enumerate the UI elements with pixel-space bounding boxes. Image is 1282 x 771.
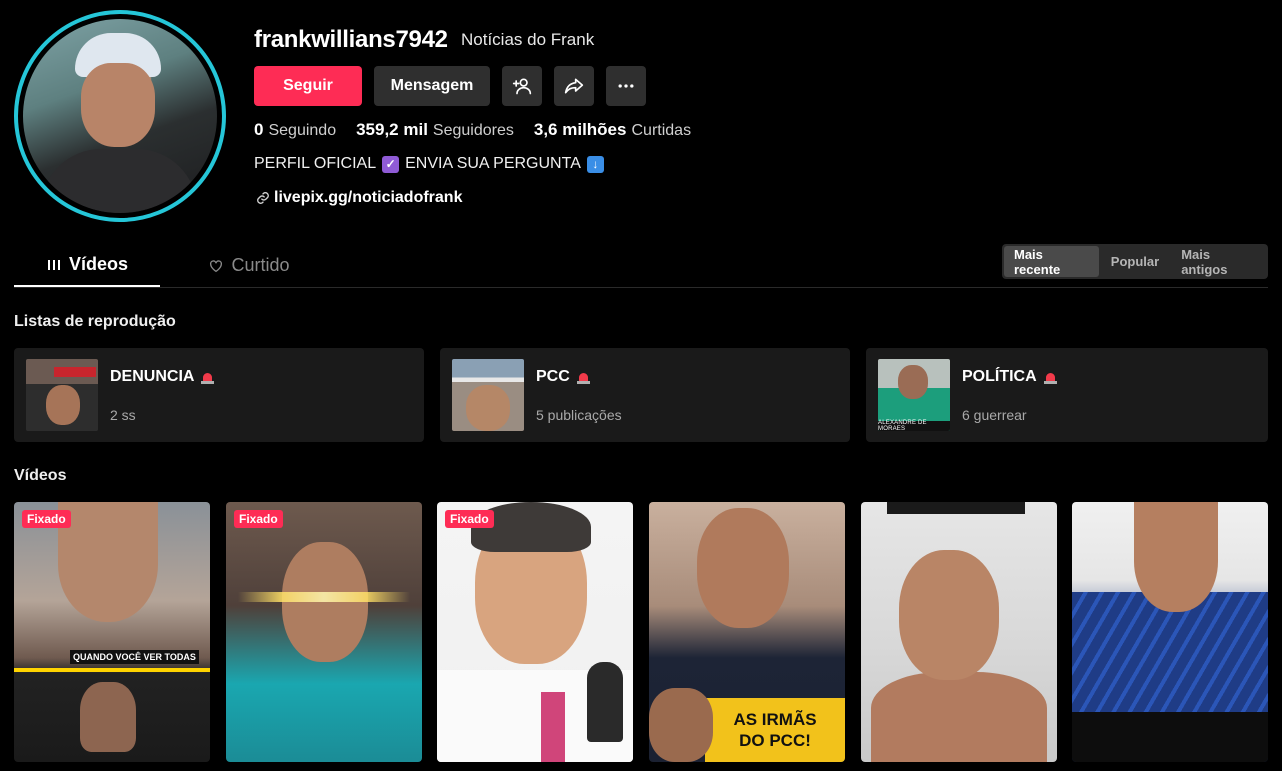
share-button[interactable] [554,66,594,106]
playlist-name: POLÍTICA [962,368,1037,385]
video-card[interactable]: Fixado [226,502,422,762]
video-card[interactable] [861,502,1057,762]
playlist-card[interactable]: PCC 5 publicações [440,348,850,442]
link-icon [257,192,269,204]
bio-link-text: livepix.gg/noticiadofrank [274,189,463,206]
sort-popular[interactable]: Popular [1101,246,1169,277]
likes-stat: 3,6 milhões Curtidas [534,120,691,140]
down-arrow-emoji-icon: ↓ [586,155,604,173]
follow-button[interactable]: Seguir [254,66,362,106]
following-stat[interactable]: 0 Seguindo [254,120,336,140]
playlist-thumbnail [452,359,524,431]
playlist-name: DENUNCIA [110,368,195,385]
video-card[interactable]: QUANDO VOCÊ VER TODAS Fixado [14,502,210,762]
playlist-count: 5 publicações [536,407,622,423]
video-banner: AS IRMÃS DO PCC! [705,698,845,762]
thumbnail-caption: ALEXANDRE DE MORAES [878,420,950,431]
bio-text-2: ENVIA SUA PERGUNTA [405,155,581,172]
bio-text-1: PERFIL OFICIAL [254,155,377,172]
grid-lines-icon [47,259,60,270]
playlist-thumbnail: ALEXANDRE DE MORAES [878,359,950,431]
followers-stat[interactable]: 359,2 mil Seguidores [356,120,514,140]
tab-videos-label: Vídeos [68,254,129,274]
banner-line-2: DO PCC! [739,731,811,750]
check-mark-emoji-icon: ✓ [382,155,400,173]
playlist-count: 6 guerrear [962,407,1027,423]
following-count: 0 [254,120,264,139]
share-icon [564,78,584,94]
playlist-title: POLÍTICA [962,368,1057,386]
avatar-image [23,19,217,213]
video-card[interactable]: Fixado [437,502,633,762]
video-card[interactable]: AS IRMÃS DO PCC! [649,502,845,762]
likes-label: Curtidas [631,122,692,139]
video-card[interactable] [1072,502,1268,762]
heart-lock-icon [210,259,223,272]
sort-recent[interactable]: Mais recente [1004,246,1099,277]
siren-icon [576,370,590,384]
more-options-button[interactable] [606,66,646,106]
tab-liked[interactable]: Curtido [184,244,314,287]
username: frankwillians7942 [254,26,448,53]
followers-label: Seguidores [432,122,514,139]
playlist-title: PCC [536,368,590,386]
avatar[interactable] [14,10,226,222]
more-icon [618,84,634,88]
add-user-icon [512,78,532,95]
nickname: Notícias do Frank [461,30,595,49]
siren-icon [201,370,215,384]
profile-stats: 0 Seguindo 359,2 mil Seguidores 3,6 milhõe… [254,120,691,140]
pinned-badge: Fixado [445,510,494,528]
video-caption: QUANDO VOCÊ VER TODAS [70,650,199,664]
playlist-card[interactable]: ALEXANDRE DE MORAES POLÍTICA 6 guerrear [866,348,1268,442]
likes-count: 3,6 milhões [533,120,627,139]
playlist-name: PCC [536,368,570,385]
tab-liked-label: Curtido [231,255,290,275]
videos-title: Vídeos [14,467,67,484]
following-label: Seguindo [268,122,337,139]
suggest-accounts-button[interactable] [502,66,542,106]
banner-line-1: AS IRMÃS [733,709,817,729]
playlist-count: 2 ss [110,407,136,423]
playlist-thumbnail [26,359,98,431]
pinned-badge: Fixado [22,510,71,528]
siren-icon [1043,370,1057,384]
pinned-badge: Fixado [234,510,283,528]
playlist-card[interactable]: DENUNCIA 2 ss [14,348,424,442]
tab-videos[interactable]: Vídeos [14,244,160,287]
message-button[interactable]: Mensagem [374,66,490,106]
sort-selector: Mais recente Popular Mais antigos [1002,244,1268,279]
followers-count: 359,2 mil [356,120,428,139]
bio: PERFIL OFICIAL ✓ ENVIA SUA PERGUNTA ↓ [254,155,604,173]
playlists-title: Listas de reprodução [14,313,176,330]
bio-link[interactable]: livepix.gg/noticiadofrank [256,189,462,207]
playlist-title: DENUNCIA [110,368,215,386]
sort-oldest[interactable]: Mais antigos [1171,246,1266,277]
